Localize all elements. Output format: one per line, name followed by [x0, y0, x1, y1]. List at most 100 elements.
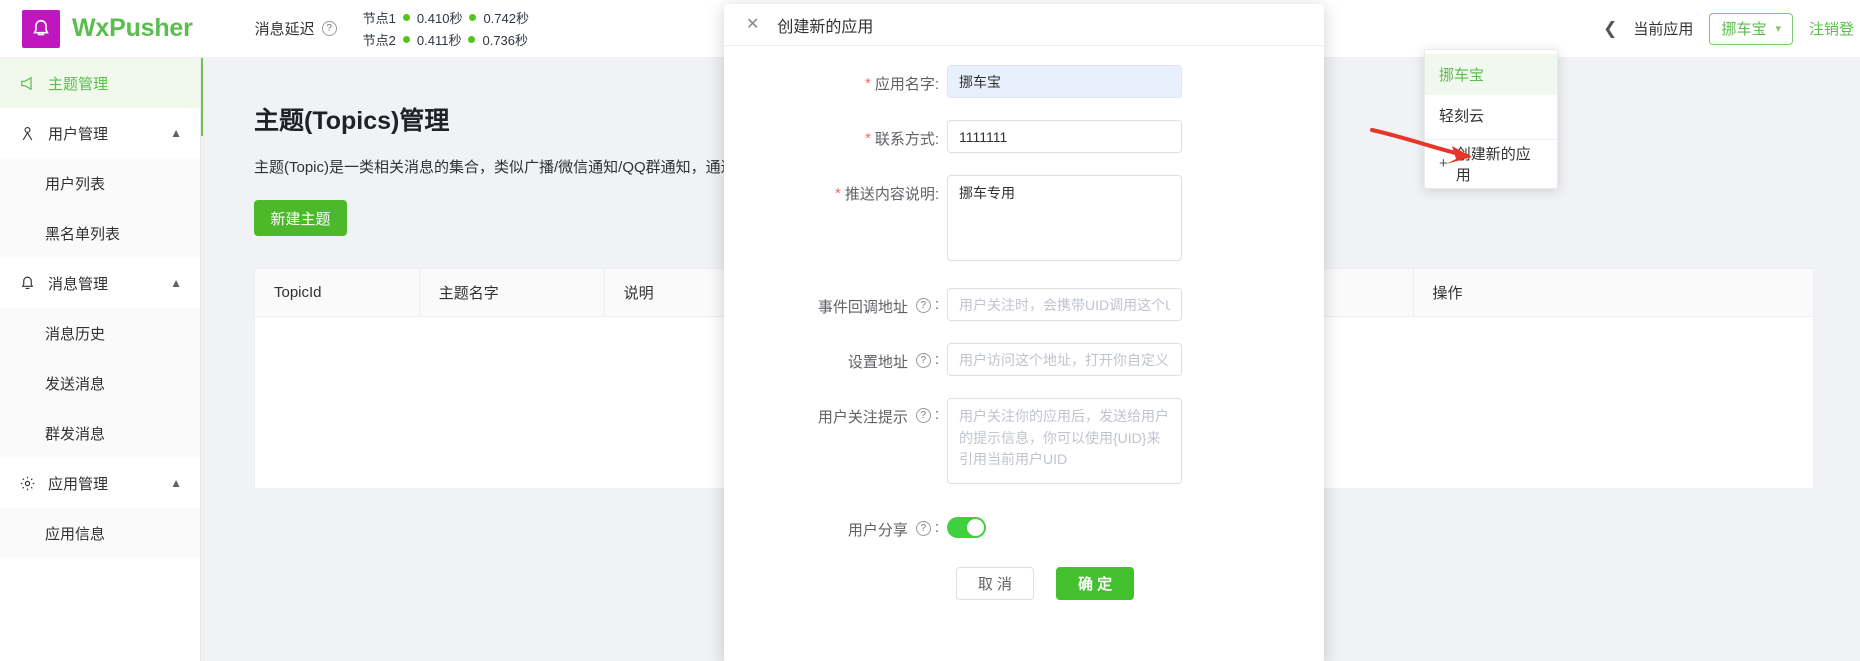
dropdown-item-label: 挪车宝 — [1439, 67, 1485, 84]
callback-url-input[interactable] — [947, 288, 1182, 321]
sidebar-subitem-broadcast-message[interactable]: 群发消息 — [0, 408, 200, 458]
sidebar-item-topics[interactable]: 主题管理 — [0, 58, 200, 108]
sidebar: 主题管理 用户管理 ▲ 用户列表 黑名单列表 消息管理 ▲ 消息历史 发送消息 … — [0, 58, 201, 661]
sidebar-subitem-label: 应用信息 — [45, 525, 106, 543]
delay-value-1: 0.410秒 — [416, 11, 463, 26]
delay-node-label: 节点1 — [362, 11, 396, 26]
form-label-user-share: 用户分享 ? : — [724, 511, 939, 540]
form-label-callback-url: 事件回调地址 ? : — [724, 288, 939, 321]
contact-input[interactable] — [947, 120, 1182, 153]
user-share-toggle[interactable] — [947, 517, 986, 538]
chevron-up-icon: ▲ — [170, 276, 182, 290]
modal-title: 创建新的应用 — [777, 18, 874, 36]
sidebar-item-label: 主题管理 — [48, 75, 109, 93]
sidebar-item-users[interactable]: 用户管理 ▲ — [0, 108, 200, 158]
form-control-follow-tip — [947, 398, 1182, 489]
sidebar-subitem-user-list[interactable]: 用户列表 — [0, 158, 200, 208]
plus-icon: + — [1439, 155, 1448, 172]
dropdown-item-create-app[interactable]: + 创建新的应用 — [1425, 143, 1557, 184]
form-row-app-name: * 应用名字: — [724, 65, 1324, 98]
confirm-button[interactable]: 确 定 — [1056, 567, 1135, 600]
sidebar-subitem-label: 用户列表 — [45, 175, 106, 193]
delay-node-label: 节点2 — [362, 33, 396, 48]
sidebar-item-label: 消息管理 — [48, 275, 109, 293]
brand[interactable]: WxPusher — [22, 9, 193, 48]
form-control-user-share — [947, 511, 986, 540]
required-star: * — [864, 75, 871, 92]
follow-tip-textarea[interactable] — [947, 398, 1182, 484]
delay-value-2: 0.736秒 — [482, 33, 529, 48]
logout-link[interactable]: 注销登 — [1809, 18, 1854, 39]
form-control-callback-url — [947, 288, 1182, 321]
sidebar-subgroup-users: 用户列表 黑名单列表 — [0, 158, 200, 258]
chevron-up-icon: ▲ — [170, 476, 182, 490]
form-control-push-desc — [947, 175, 1182, 266]
form-control-contact — [947, 120, 1182, 153]
push-description-textarea[interactable] — [947, 175, 1182, 261]
dropdown-divider — [1425, 139, 1557, 140]
cancel-button[interactable]: 取 消 — [955, 567, 1034, 600]
app-dropdown-menu: 挪车宝 轻刻云 + 创建新的应用 — [1424, 49, 1558, 189]
user-icon — [19, 125, 36, 142]
sidebar-subitem-label: 黑名单列表 — [45, 225, 121, 243]
modal-actions: 取 消 确 定 — [724, 567, 1324, 600]
modal-body: * 应用名字: * 联系方式: * 推送内容说明: — [724, 46, 1324, 600]
colon: : — [934, 519, 939, 536]
sidebar-subitem-app-info[interactable]: 应用信息 — [0, 508, 200, 558]
close-icon[interactable]: ✕ — [746, 16, 759, 33]
sidebar-subitem-send-message[interactable]: 发送消息 — [0, 358, 200, 408]
app-selector[interactable]: 挪车宝 ▾ — [1709, 12, 1793, 45]
delay-row: 节点1 0.410秒 0.742秒 — [363, 8, 529, 27]
current-app-label: 当前应用 — [1633, 21, 1694, 38]
delay-label-text: 消息延迟 — [254, 21, 315, 38]
sidebar-subitem-label: 消息历史 — [45, 325, 106, 343]
colon: : — [934, 351, 939, 368]
sidebar-subitem-label: 发送消息 — [45, 375, 106, 393]
form-label-text: 推送内容说明: — [844, 186, 939, 203]
modal-header: ✕ 创建新的应用 — [724, 4, 1324, 46]
bell-icon — [19, 275, 36, 292]
form-label-text: 应用名字: — [874, 76, 939, 93]
brand-name: WxPusher — [72, 14, 193, 42]
dropdown-item-app-2[interactable]: 轻刻云 — [1425, 95, 1557, 136]
question-icon[interactable]: ? — [915, 408, 931, 423]
delay-row: 节点2 0.411秒 0.736秒 — [363, 30, 529, 49]
question-icon[interactable]: ? — [915, 298, 931, 313]
form-label-text: 设置地址 — [847, 354, 908, 371]
colon: : — [934, 296, 939, 313]
table-header-topicid: TopicId — [255, 268, 420, 317]
question-icon[interactable]: ? — [321, 21, 337, 36]
active-indicator — [201, 58, 203, 136]
required-star: * — [834, 185, 841, 202]
status-dot-icon — [468, 36, 476, 43]
new-topic-button[interactable]: 新建主题 — [254, 200, 347, 236]
sidebar-subitem-blacklist[interactable]: 黑名单列表 — [0, 208, 200, 258]
setting-url-input[interactable] — [947, 343, 1182, 376]
chevron-up-icon: ▲ — [170, 126, 182, 140]
form-row-setting-url: 设置地址 ? : — [724, 343, 1324, 376]
app-selector-value: 挪车宝 — [1721, 21, 1767, 38]
chevron-left-icon[interactable]: ❮ — [1603, 19, 1617, 39]
question-icon[interactable]: ? — [915, 521, 931, 536]
form-label-text: 用户关注提示 — [817, 409, 908, 426]
dropdown-item-label: 创建新的应用 — [1455, 145, 1531, 184]
app-name-input[interactable] — [947, 65, 1182, 98]
status-dot-icon — [402, 14, 410, 21]
sidebar-item-apps[interactable]: 应用管理 ▲ — [0, 458, 200, 508]
status-dot-icon — [469, 14, 477, 21]
delay-label: 消息延迟 ? — [255, 18, 337, 39]
sidebar-subitem-message-history[interactable]: 消息历史 — [0, 308, 200, 358]
app-root: WxPusher 消息延迟 ? 节点1 0.410秒 0.742秒 节点2 0.… — [0, 0, 1860, 661]
question-icon[interactable]: ? — [915, 353, 931, 368]
bell-icon — [22, 9, 60, 48]
colon: : — [934, 406, 939, 423]
gear-icon — [19, 475, 36, 492]
sidebar-item-messages[interactable]: 消息管理 ▲ — [0, 258, 200, 308]
form-row-user-share: 用户分享 ? : — [724, 511, 1324, 540]
sidebar-item-label: 应用管理 — [48, 475, 109, 493]
dropdown-item-label: 轻刻云 — [1439, 108, 1485, 125]
form-row-callback-url: 事件回调地址 ? : — [724, 288, 1324, 321]
sidebar-subgroup-messages: 消息历史 发送消息 群发消息 — [0, 308, 200, 458]
toggle-knob — [967, 519, 984, 536]
dropdown-item-app-1[interactable]: 挪车宝 — [1425, 54, 1557, 95]
